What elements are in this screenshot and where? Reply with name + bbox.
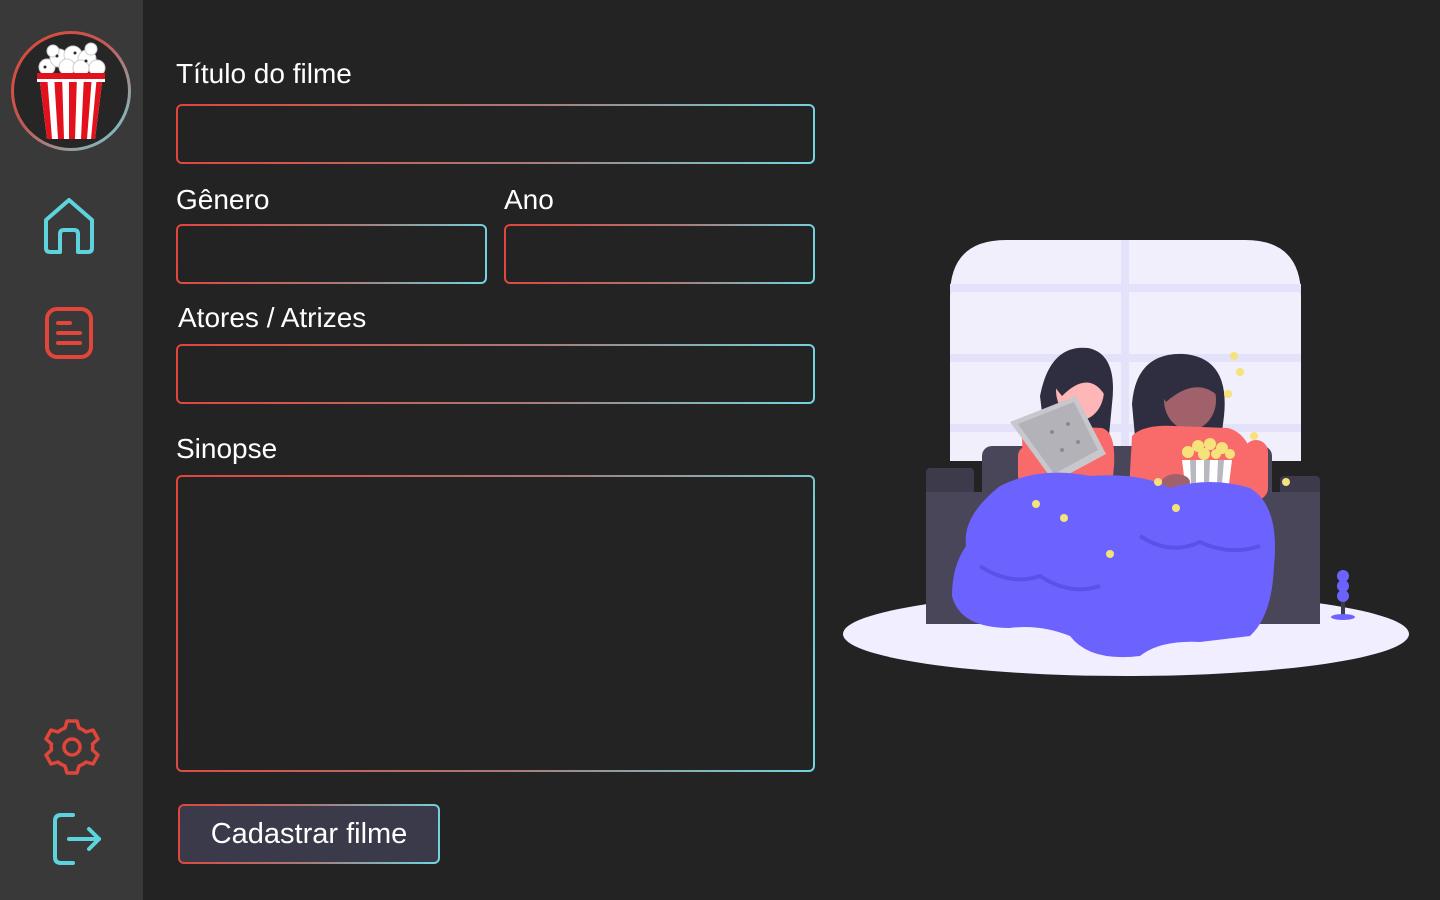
title-field-frame — [176, 104, 815, 164]
cast-field-frame — [176, 344, 815, 404]
submit-button[interactable]: Cadastrar filme — [178, 804, 440, 864]
year-field-frame — [504, 224, 815, 284]
synopsis-field-frame — [176, 475, 815, 772]
document-list-icon[interactable] — [44, 306, 94, 360]
title-input[interactable] — [178, 106, 813, 162]
submit-button-label: Cadastrar filme — [180, 806, 438, 862]
cast-label: Atores / Atrizes — [178, 302, 367, 333]
gear-icon[interactable] — [44, 719, 100, 775]
popcorn-logo-icon — [37, 42, 106, 139]
cast-input[interactable] — [178, 346, 813, 402]
genre-label: Gênero — [176, 184, 270, 215]
two-women-watching-movie-illustration — [843, 240, 1409, 676]
app-logo[interactable] — [11, 31, 131, 151]
app-root: Título do filme Gênero Ano Atores / Atri… — [0, 0, 1440, 900]
sidebar — [0, 0, 143, 900]
genre-field-frame — [176, 224, 487, 284]
window-backdrop — [950, 240, 1301, 461]
synopsis-label: Sinopse — [176, 433, 278, 464]
logout-icon[interactable] — [51, 811, 103, 867]
year-input[interactable] — [506, 226, 813, 282]
home-icon[interactable] — [40, 196, 98, 256]
year-label: Ano — [504, 184, 554, 215]
synopsis-textarea[interactable] — [178, 477, 813, 770]
genre-input[interactable] — [178, 226, 485, 282]
title-label: Título do filme — [176, 58, 352, 89]
